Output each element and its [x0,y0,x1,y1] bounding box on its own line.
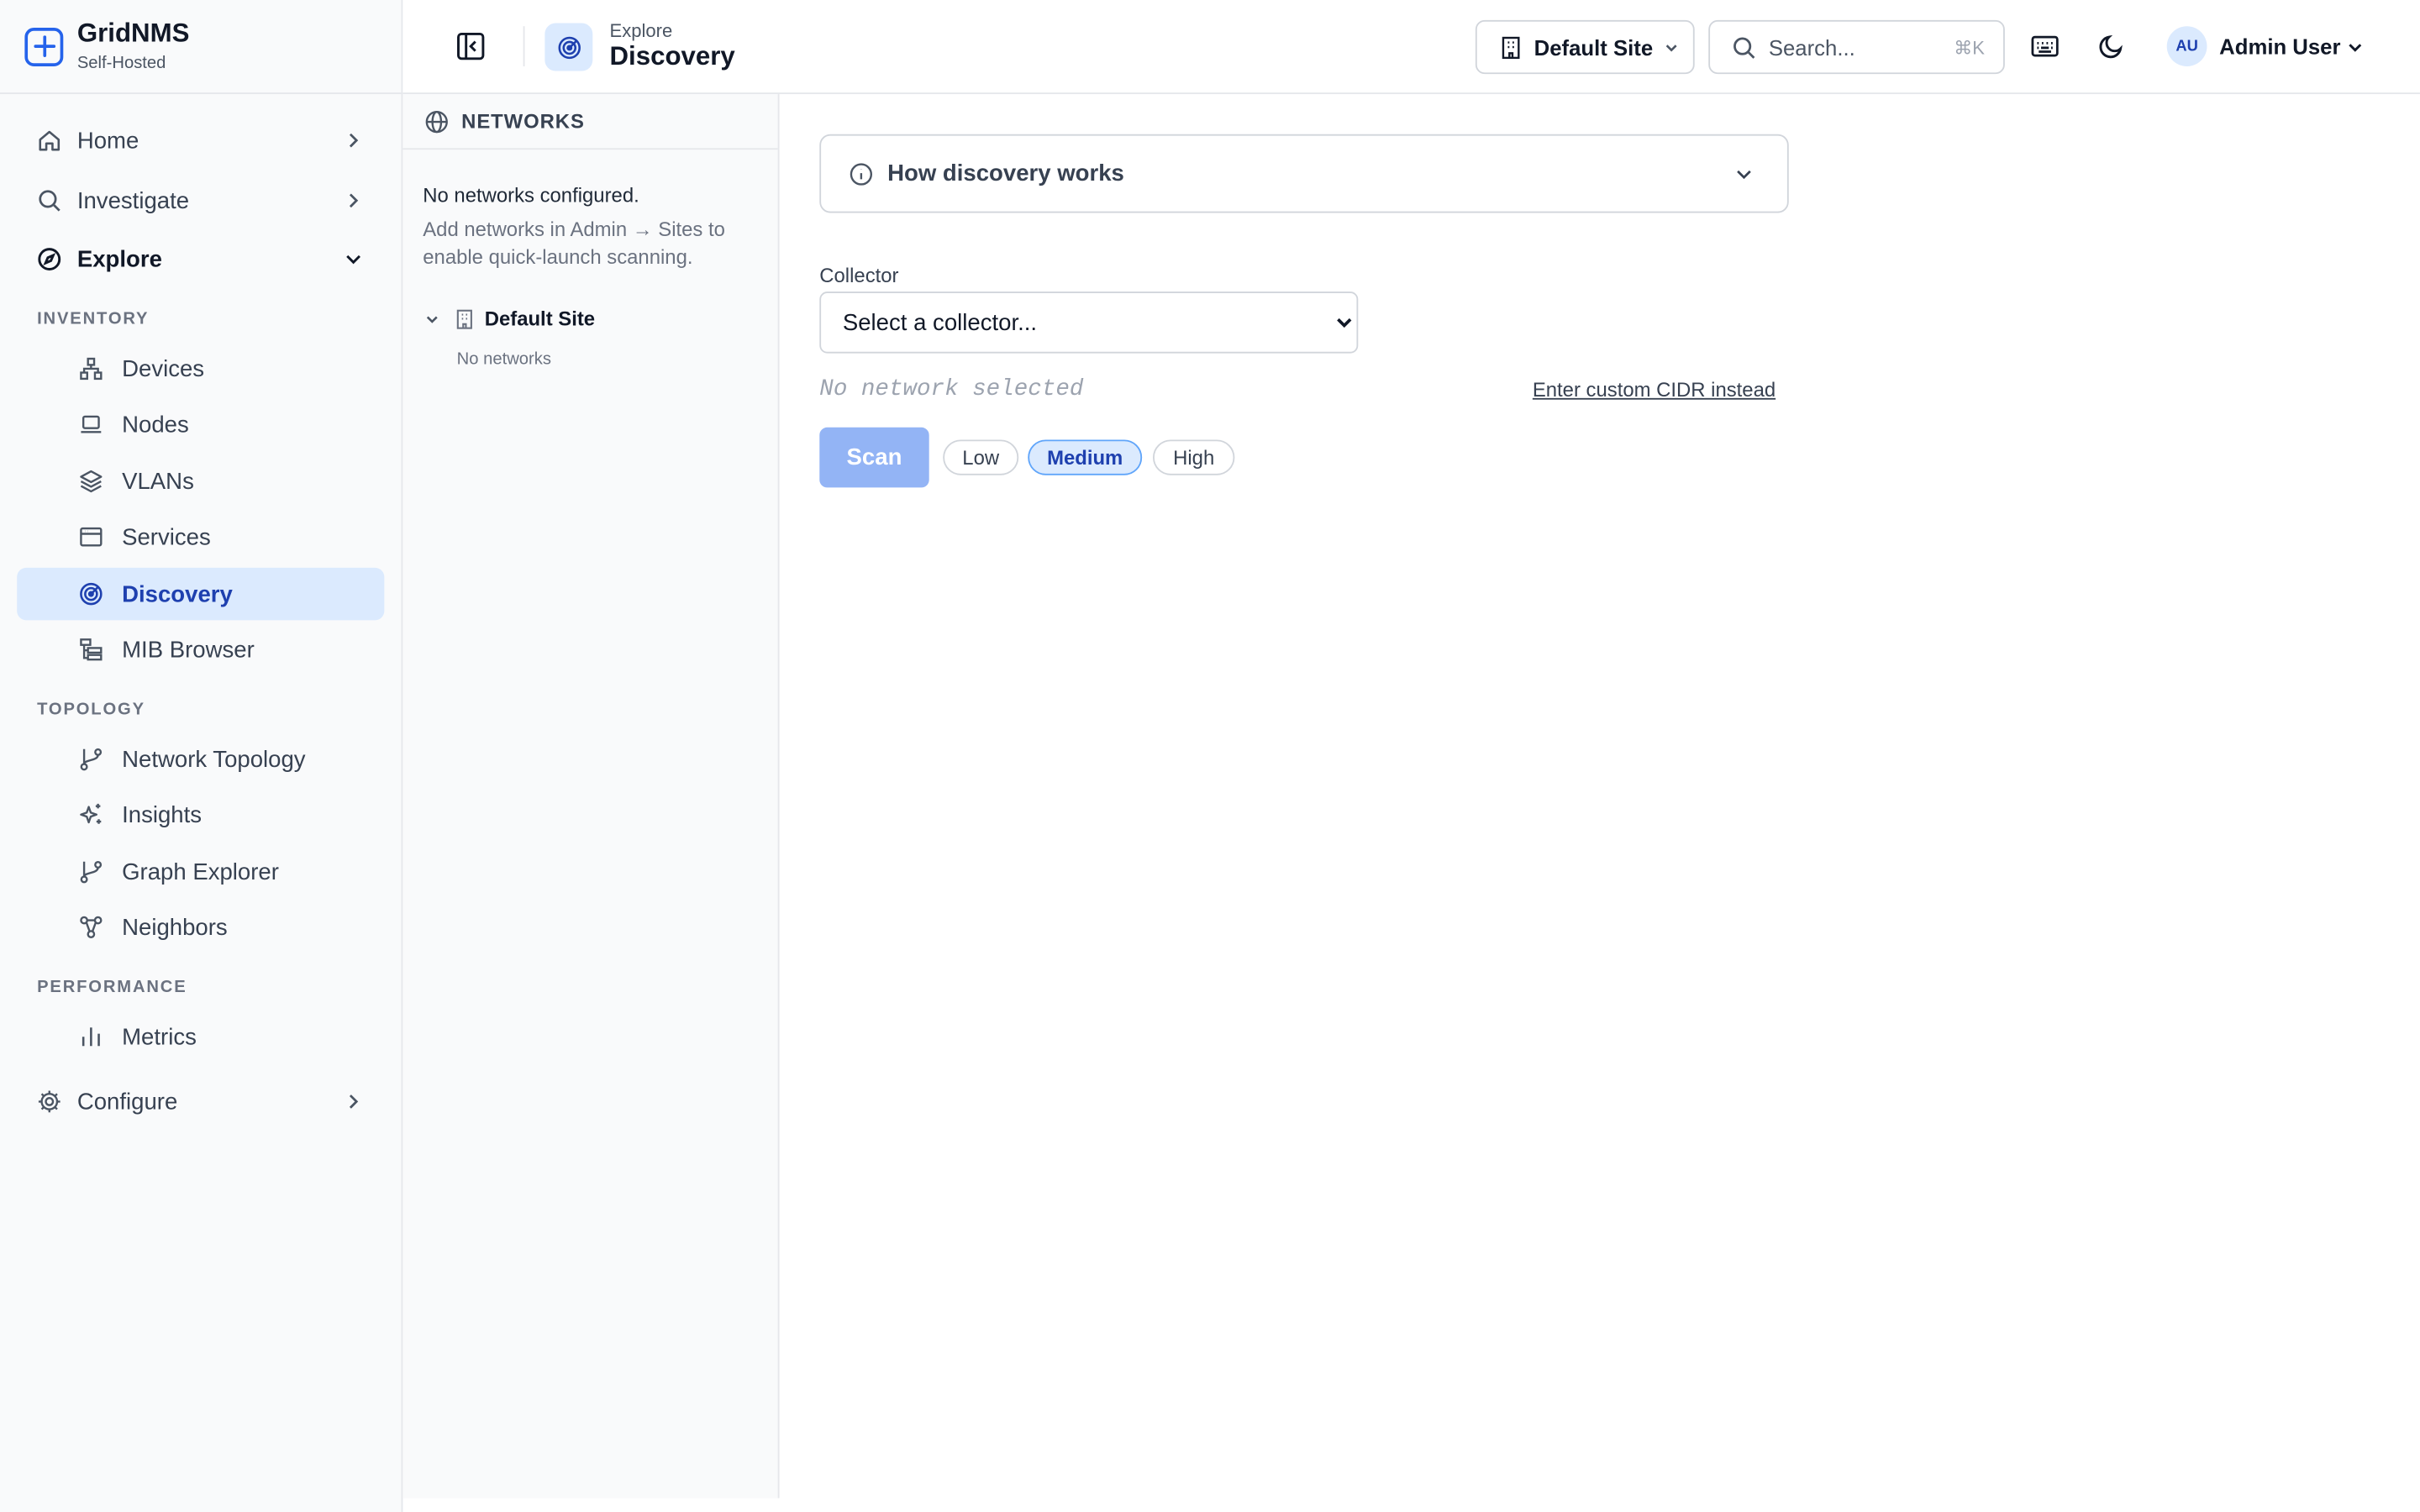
sidebar: GridNMS Self-Hosted Home Investigate Exp… [0,0,403,1512]
search-input[interactable] [1768,34,1939,60]
sidebar-item-configure[interactable]: Configure [18,1075,384,1127]
scan-button[interactable]: Scan [819,427,929,488]
sidebar-item-label: Configure [76,1088,178,1116]
avatar[interactable]: AU [2166,26,2207,66]
networks-panel: NETWORKS No networks configured. Add net… [402,94,780,1499]
search-shortcut: ⌘K [1954,36,1985,58]
bar-chart-icon [82,1027,100,1047]
sidebar-item-nodes[interactable]: Nodes [17,398,384,450]
chevron-right-icon [349,193,359,208]
no-network-selected-text: No network selected [819,376,1084,403]
custom-cidr-link[interactable]: Enter custom CIDR instead [1533,378,1776,402]
network-devices-icon [80,357,103,381]
sidebar-item-neighbors[interactable]: Neighbors [17,901,384,953]
sidebar-item-graph-explorer[interactable]: Graph Explorer [17,846,384,898]
mib-tree-icon [80,638,103,661]
sidebar-item-mib-browser[interactable]: MIB Browser [17,623,384,675]
brand-logo-icon [24,27,64,66]
git-branch-icon [80,748,103,771]
header-divider [523,26,525,66]
collector-label: Collector [819,264,899,287]
app-root: GridNMS Self-Hosted Home Investigate Exp… [0,0,2420,1512]
sparkles-icon [80,803,102,824]
nav-section-inventory: INVENTORY [37,310,150,329]
sidebar-item-services[interactable]: Services [17,511,384,563]
networks-empty-title: No networks configured. [423,183,639,207]
site-tree-item[interactable]: Default Site [423,307,595,330]
chevron-down-icon [1737,169,1751,179]
search-icon [39,190,60,212]
git-branch-icon [80,860,103,884]
how-discovery-works-accordion[interactable]: How discovery works [819,134,1789,213]
nav-section-performance: PERFORMANCE [37,978,187,997]
discovery-main: How discovery works Collector Select a c… [780,94,2420,1512]
chevron-down-icon[interactable] [2344,37,2366,59]
site-selector-button[interactable]: Default Site [1475,19,1695,75]
sidebar-item-devices[interactable]: Devices [17,343,384,395]
building-icon [1502,35,1520,59]
sidebar-item-label: Investigate [76,187,190,214]
sidebar-item-investigate[interactable]: Investigate [18,175,384,227]
chevron-down-icon [426,315,438,323]
sidebar-item-discovery[interactable]: Discovery [17,567,385,621]
chevron-right-icon [349,1095,359,1109]
layers-icon [80,470,103,493]
info-icon [850,162,873,185]
brand[interactable]: GridNMS Self-Hosted [0,0,402,95]
search-box[interactable]: ⌘K [1708,19,2005,75]
chevron-right-icon [349,133,359,148]
search-icon [1733,36,1755,58]
chevron-down-icon [346,255,360,265]
networks-heading: NETWORKS [402,94,778,150]
sidebar-item-home[interactable]: Home [18,114,384,166]
keyboard-icon[interactable] [2029,33,2060,60]
sidebar-item-explore[interactable]: Explore [18,233,384,285]
collector-select[interactable]: Select a collector... [819,291,1359,354]
site-network-status: No networks [456,349,551,369]
moon-icon[interactable] [2097,33,2125,60]
intensity-medium-option[interactable]: Medium [1028,439,1143,475]
window-icon [80,527,103,547]
sidebar-item-insights[interactable]: Insights [17,789,384,841]
nav-section-topology: TOPOLOGY [37,700,145,719]
brand-subtitle: Self-Hosted [76,54,166,73]
page-icon [544,23,593,71]
sidebar-item-label: Explore [76,245,162,273]
radar-icon [557,35,581,59]
home-icon [39,130,60,151]
page-title: Discovery [609,41,735,71]
sidebar-item-network-topology[interactable]: Network Topology [17,732,384,785]
laptop-icon [81,415,102,433]
sidebar-item-label: Home [76,127,139,154]
chevron-down-icon [1665,44,1677,51]
sidebar-item-vlans[interactable]: VLANs [17,455,384,507]
intensity-low-option[interactable]: Low [943,439,1019,475]
building-icon [456,308,472,328]
breadcrumb[interactable]: Explore [609,20,672,42]
globe-icon [425,110,448,133]
brand-name: GridNMS [76,18,190,48]
top-header: Explore Discovery Default Site ⌘K AU Adm… [402,0,2420,95]
sidebar-item-metrics[interactable]: Metrics [17,1011,384,1063]
user-name[interactable]: Admin User [2219,34,2340,58]
neighbors-icon [80,916,103,938]
compass-icon [38,248,61,270]
radar-icon [80,582,103,606]
gear-icon [38,1090,60,1113]
intensity-high-option[interactable]: High [1153,439,1235,475]
networks-empty-hint: Add networks in Admin → Sites to enable … [423,217,725,269]
sidebar-toggle-icon[interactable] [455,31,487,62]
